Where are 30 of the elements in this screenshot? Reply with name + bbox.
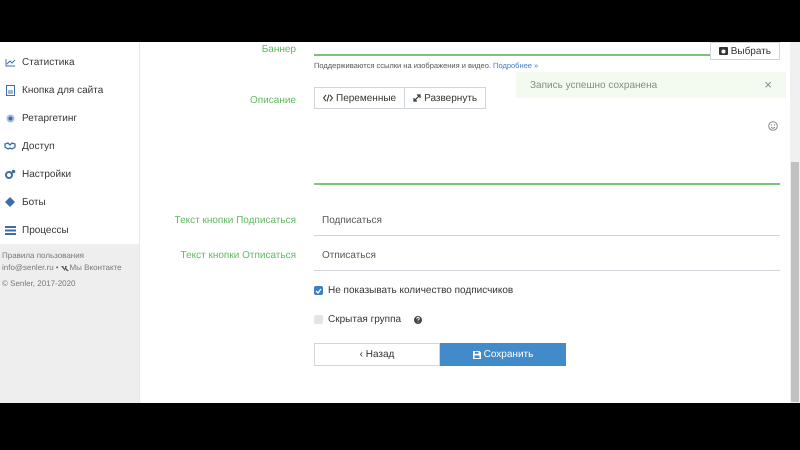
code-icon xyxy=(323,94,333,102)
field-label: Баннер xyxy=(260,44,297,56)
variables-button[interactable]: Переменные xyxy=(314,87,406,110)
field-label: Текст кнопки Подписаться xyxy=(174,214,297,228)
separator: • xyxy=(56,262,59,274)
expand-button[interactable]: Развернуть xyxy=(404,87,486,110)
checkbox[interactable] xyxy=(314,286,323,296)
terms-link[interactable]: Правила пользования xyxy=(2,250,137,262)
back-button[interactable]: ‹ Назад xyxy=(314,343,440,366)
field-label: Текст кнопки Отписаться xyxy=(180,249,297,264)
choose-button[interactable]: Выбрать xyxy=(710,42,780,60)
expand-icon xyxy=(413,94,422,102)
vk-icon xyxy=(60,266,69,270)
copyright: © Senler, 2017-2020 xyxy=(2,278,77,290)
save-button[interactable]: Сохранить xyxy=(440,343,566,366)
checkbox-label: Не показывать количество подписчиков xyxy=(328,284,514,298)
email-link[interactable]: info@senler.ru xyxy=(2,262,54,274)
chart-icon xyxy=(4,58,16,66)
toast-message: Запись успешно сохранена xyxy=(530,78,658,92)
list-icon xyxy=(4,226,16,234)
camera-icon xyxy=(718,47,728,55)
help-icon[interactable] xyxy=(414,316,422,324)
scrollbar[interactable] xyxy=(790,42,800,403)
vk-link[interactable]: Мы Вконтакте xyxy=(60,262,122,274)
checkbox[interactable] xyxy=(314,315,323,324)
emoji-icon[interactable] xyxy=(768,121,778,132)
document-icon xyxy=(6,84,14,96)
target-icon xyxy=(6,114,14,122)
checkbox-label: Скрытая группа xyxy=(328,313,402,328)
field-label: Описание xyxy=(248,94,297,108)
